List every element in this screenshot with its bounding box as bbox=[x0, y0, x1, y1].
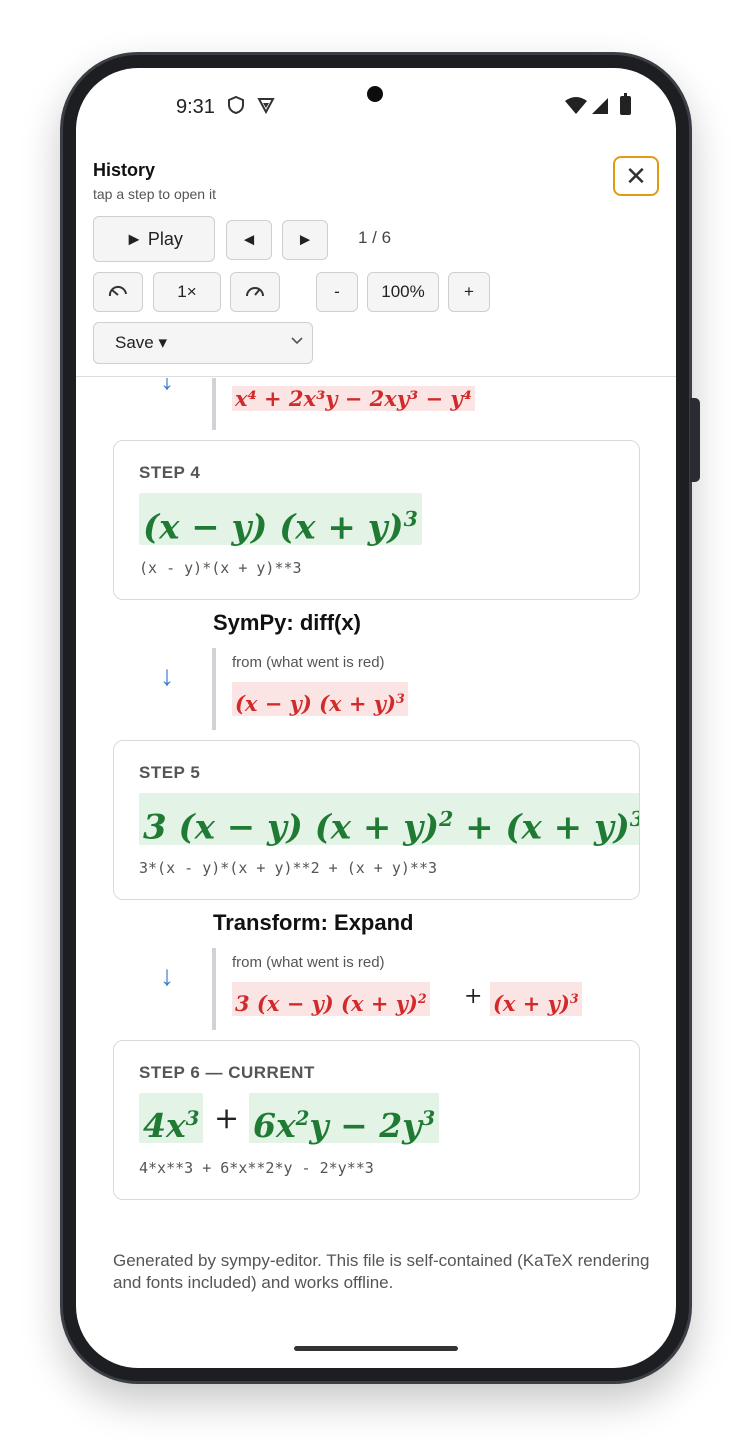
battery-icon bbox=[620, 93, 631, 115]
down-arrow-icon: ↓ bbox=[160, 960, 174, 991]
step-expression: (x − y) (x + y)3 bbox=[139, 493, 422, 547]
step-label: STEP 5 bbox=[139, 763, 201, 782]
down-arrow-icon: ↓ bbox=[160, 660, 174, 691]
close-button[interactable]: ✕ bbox=[613, 156, 659, 196]
history-subtitle: tap a step to open it bbox=[93, 186, 216, 202]
step-card-4[interactable]: STEP 4 (x − y) (x + y)3 (x - y)*(x + y)*… bbox=[113, 440, 640, 600]
term-6x2y-2y3: 6x2y − 2y3 bbox=[249, 1093, 440, 1145]
phone-side-button bbox=[690, 398, 700, 482]
step-card-6-current[interactable]: STEP 6 — CURRENT 4x3 + 6x2y − 2y3 4*x**3… bbox=[113, 1040, 640, 1200]
removed-expression: x⁴ + 2x³y − 2xy³ − y⁴ bbox=[232, 386, 475, 411]
save-select-value: Save ▾ bbox=[115, 333, 168, 352]
play-button[interactable]: ► Play bbox=[93, 216, 215, 262]
slower-button[interactable] bbox=[93, 272, 143, 312]
step-label: STEP 4 bbox=[139, 463, 201, 482]
screen: 9:31 History tap a step to open it ✕ ► P… bbox=[76, 68, 676, 1368]
chevron-down-icon bbox=[290, 333, 304, 350]
close-icon: ✕ bbox=[625, 160, 647, 191]
transition-title: SymPy: diff(x) bbox=[213, 610, 361, 635]
footer-note: Generated by sympy-editor. This file is … bbox=[113, 1251, 650, 1292]
step-counter: 1 / 6 bbox=[358, 228, 392, 247]
step-expression: 3 (x − y) (x + y)2 + (x + y)3 bbox=[139, 793, 639, 847]
plus-sign: + bbox=[464, 984, 483, 1009]
zoom-out-button[interactable]: - bbox=[316, 272, 358, 312]
step-code: 4*x**3 + 6*x**2*y - 2*y**3 bbox=[139, 1159, 374, 1177]
transition-from-label: from (what went is red) bbox=[232, 954, 385, 971]
slow-gauge-icon bbox=[107, 282, 129, 303]
status-time: 9:31 bbox=[176, 96, 215, 118]
history-title: History bbox=[93, 160, 156, 180]
home-indicator[interactable] bbox=[294, 1346, 458, 1351]
down-arrow-icon: ↓ bbox=[160, 378, 174, 395]
fast-gauge-icon bbox=[244, 282, 266, 303]
transition-line bbox=[212, 378, 216, 430]
faster-button[interactable] bbox=[230, 272, 280, 312]
transition-title: Transform: Expand bbox=[213, 910, 414, 935]
step-label: STEP 6 — CURRENT bbox=[139, 1063, 315, 1082]
removed-expression: 3 (x − y) (x + y)2 bbox=[232, 982, 430, 1016]
transition-from-label: from (what went is red) bbox=[232, 654, 385, 671]
speed-button[interactable]: 1× bbox=[153, 272, 221, 312]
history-list[interactable]: ↓ x⁴ + 2x³y − 2xy³ − y⁴ STEP 4 (x − y) (… bbox=[76, 378, 676, 1368]
wifi-icon bbox=[564, 96, 588, 122]
term-4x3: 4x3 bbox=[139, 1093, 204, 1145]
transition-line bbox=[212, 648, 216, 730]
vpn-icon bbox=[256, 95, 276, 121]
next-step-button[interactable]: ► bbox=[282, 220, 328, 260]
removed-expression-text: x⁴ + 2x³y − 2xy³ − y⁴ bbox=[235, 386, 472, 411]
zoom-level-button[interactable]: 100% bbox=[367, 272, 439, 312]
status-bar: 9:31 bbox=[76, 68, 676, 144]
signal-icon bbox=[590, 96, 610, 122]
history-header: History tap a step to open it ✕ ► Play ◄… bbox=[76, 144, 676, 377]
step-card-5[interactable]: STEP 5 3 (x − y) (x + y)2 + (x + y)3 3*(… bbox=[113, 740, 640, 900]
step-code: 3*(x - y)*(x + y)**2 + (x + y)**3 bbox=[139, 859, 438, 877]
removed-expression: (x − y) (x + y)3 bbox=[232, 682, 408, 716]
shield-icon bbox=[226, 95, 246, 121]
zoom-in-button[interactable]: + bbox=[448, 272, 490, 312]
camera-hole bbox=[367, 86, 383, 102]
save-select[interactable]: Save ▾ bbox=[93, 322, 313, 364]
removed-expression: (x + y)3 bbox=[490, 982, 582, 1016]
prev-step-button[interactable]: ◄ bbox=[226, 220, 272, 260]
step-code: (x - y)*(x + y)**3 bbox=[139, 559, 302, 577]
transition-line bbox=[212, 948, 216, 1030]
plus-sign: + bbox=[214, 1101, 240, 1136]
